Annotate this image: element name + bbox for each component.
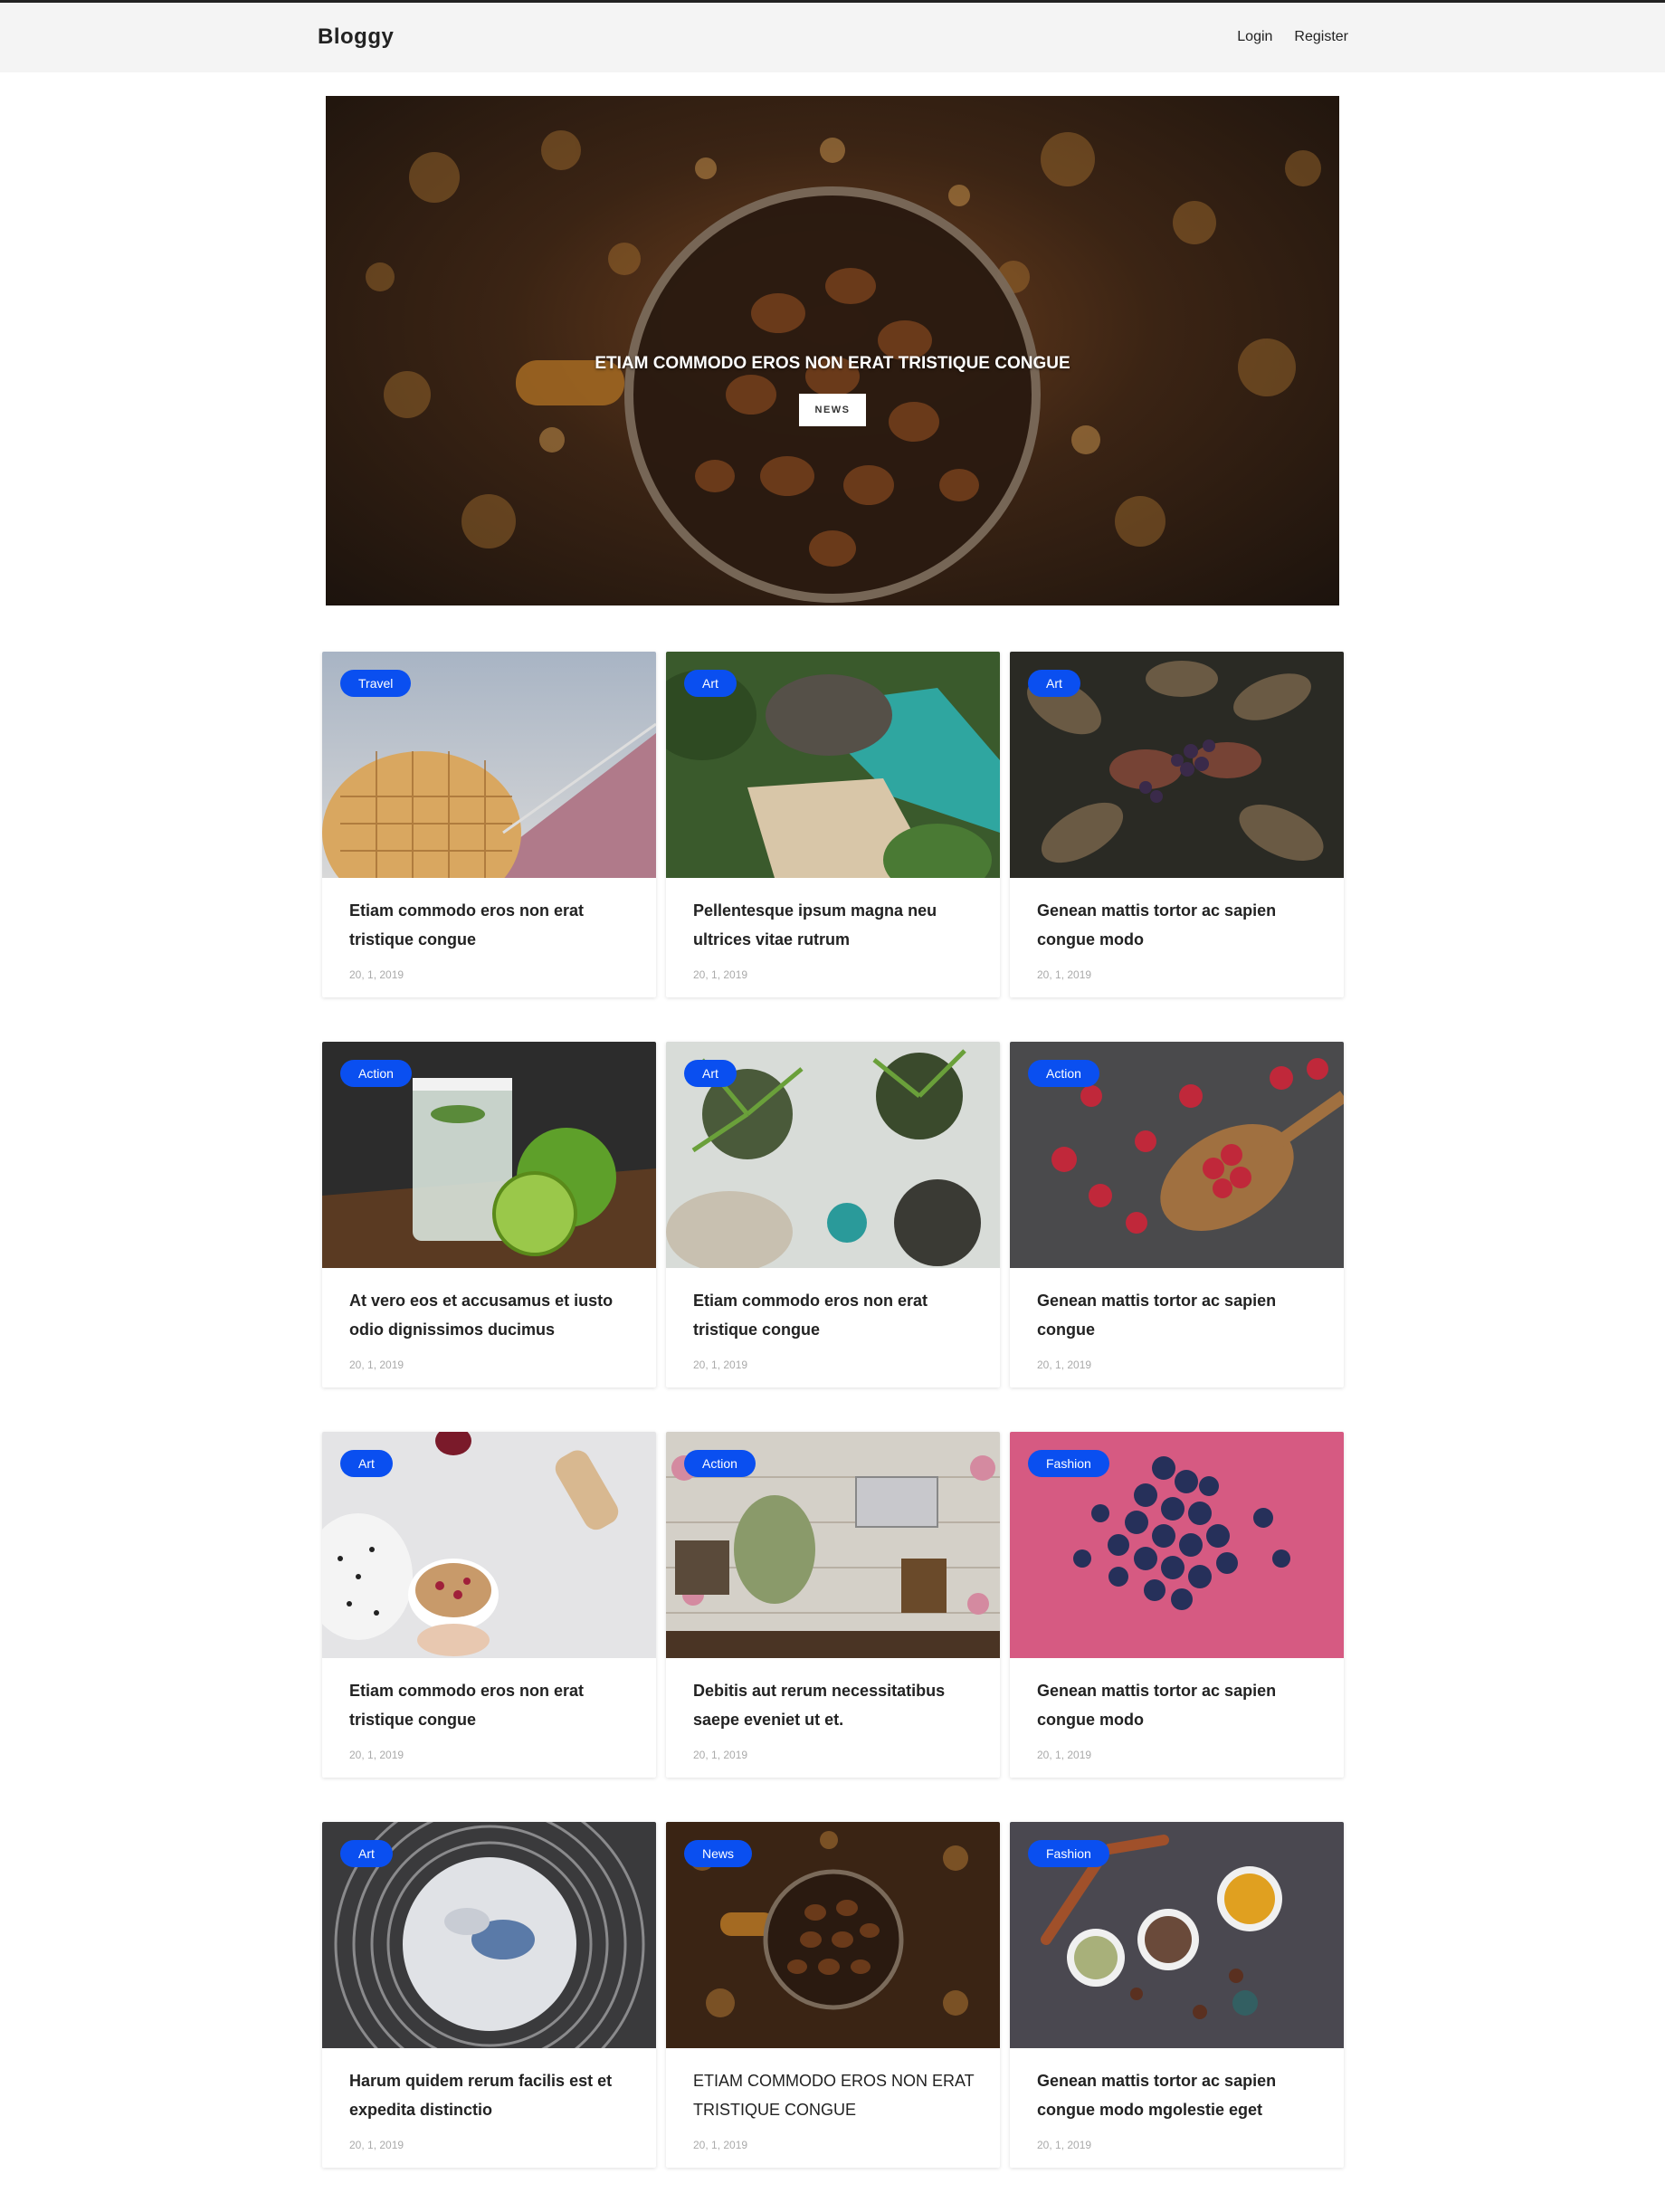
post-image[interactable]: News bbox=[666, 1822, 1000, 2048]
category-badge[interactable]: Action bbox=[684, 1450, 756, 1477]
post-date: 20, 1, 2019 bbox=[1037, 2139, 1092, 2151]
post-title[interactable]: Genean mattis tortor ac sapien congue mo… bbox=[1037, 2066, 1327, 2124]
post-image[interactable]: Fashion bbox=[1010, 1822, 1344, 2048]
post-date: 20, 1, 2019 bbox=[349, 1359, 404, 1371]
category-badge[interactable]: Art bbox=[684, 670, 737, 697]
post-title[interactable]: ETIAM COMMODO EROS NON ERAT TRISTIQUE CO… bbox=[693, 2066, 983, 2124]
hero-banner[interactable]: ETIAM COMMODO EROS NON ERAT TRISTIQUE CO… bbox=[326, 96, 1339, 605]
post-card[interactable]: Action At vero eos et accusamus et iusto… bbox=[322, 1042, 656, 1387]
post-image[interactable]: Action bbox=[322, 1042, 656, 1268]
post-date: 20, 1, 2019 bbox=[349, 968, 404, 981]
category-badge[interactable]: Action bbox=[1028, 1060, 1099, 1087]
post-card[interactable]: Art Pellentesque ipsum magna neu ultrice… bbox=[666, 652, 1000, 997]
post-title[interactable]: Genean mattis tortor ac sapien congue bbox=[1037, 1286, 1327, 1344]
category-badge[interactable]: Action bbox=[340, 1060, 412, 1087]
brand-logo[interactable]: Bloggy bbox=[318, 24, 394, 50]
post-date: 20, 1, 2019 bbox=[693, 2139, 748, 2151]
post-image[interactable]: Art bbox=[1010, 652, 1344, 878]
category-badge[interactable]: Art bbox=[684, 1060, 737, 1087]
post-title[interactable]: Etiam commodo eros non erat tristique co… bbox=[349, 896, 639, 954]
nav-links: Login Register bbox=[1237, 29, 1348, 45]
post-card[interactable]: Art Etiam commodo eros non erat tristiqu… bbox=[666, 1042, 1000, 1387]
category-badge[interactable]: Fashion bbox=[1028, 1450, 1109, 1477]
post-image[interactable]: Art bbox=[322, 1432, 656, 1658]
post-image[interactable]: Action bbox=[1010, 1042, 1344, 1268]
post-date: 20, 1, 2019 bbox=[349, 2139, 404, 2151]
post-title[interactable]: Genean mattis tortor ac sapien congue mo… bbox=[1037, 1676, 1327, 1734]
category-badge[interactable]: Art bbox=[1028, 670, 1080, 697]
post-date: 20, 1, 2019 bbox=[349, 1749, 404, 1761]
category-badge[interactable]: News bbox=[684, 1840, 753, 1867]
post-date: 20, 1, 2019 bbox=[693, 1359, 748, 1371]
post-card[interactable]: Fashion Genean mattis tortor ac sapien c… bbox=[1010, 1432, 1344, 1778]
post-card[interactable]: Art Genean mattis tortor ac sapien congu… bbox=[1010, 652, 1344, 997]
post-title[interactable]: Etiam commodo eros non erat tristique co… bbox=[693, 1286, 983, 1344]
hero-title[interactable]: ETIAM COMMODO EROS NON ERAT TRISTIQUE CO… bbox=[326, 354, 1339, 374]
post-title[interactable]: Harum quidem rerum facilis est et expedi… bbox=[349, 2066, 639, 2124]
hero-category-tag[interactable]: NEWS bbox=[799, 394, 866, 426]
category-badge[interactable]: Art bbox=[340, 1840, 393, 1867]
post-card[interactable]: Art Etiam commodo eros non erat tristiqu… bbox=[322, 1432, 656, 1778]
category-badge[interactable]: Fashion bbox=[1028, 1840, 1109, 1867]
login-link[interactable]: Login bbox=[1237, 29, 1272, 45]
post-date: 20, 1, 2019 bbox=[693, 968, 748, 981]
post-image[interactable]: Art bbox=[666, 652, 1000, 878]
post-image[interactable]: Travel bbox=[322, 652, 656, 878]
category-badge[interactable]: Art bbox=[340, 1450, 393, 1477]
post-image[interactable]: Art bbox=[666, 1042, 1000, 1268]
post-card[interactable]: Art Harum quidem rerum facilis est et ex… bbox=[322, 1822, 656, 2168]
post-card[interactable]: Fashion Genean mattis tortor ac sapien c… bbox=[1010, 1822, 1344, 2168]
post-date: 20, 1, 2019 bbox=[1037, 1359, 1092, 1371]
post-image[interactable]: Art bbox=[322, 1822, 656, 2048]
post-date: 20, 1, 2019 bbox=[1037, 1749, 1092, 1761]
category-badge[interactable]: Travel bbox=[340, 670, 412, 697]
post-title[interactable]: Debitis aut rerum necessitatibus saepe e… bbox=[693, 1676, 983, 1734]
post-title[interactable]: Etiam commodo eros non erat tristique co… bbox=[349, 1676, 639, 1734]
navbar: Bloggy Login Register bbox=[0, 3, 1665, 72]
post-card[interactable]: News ETIAM COMMODO EROS NON ERAT TRISTIQ… bbox=[666, 1822, 1000, 2168]
post-title[interactable]: At vero eos et accusamus et iusto odio d… bbox=[349, 1286, 639, 1344]
post-date: 20, 1, 2019 bbox=[693, 1749, 748, 1761]
hero-image bbox=[366, 130, 1321, 603]
post-date: 20, 1, 2019 bbox=[1037, 968, 1092, 981]
post-image[interactable]: Fashion bbox=[1010, 1432, 1344, 1658]
post-card[interactable]: Travel Etiam commodo eros non erat trist… bbox=[322, 652, 656, 997]
post-card[interactable]: Action Genean mattis tortor ac sapien co… bbox=[1010, 1042, 1344, 1387]
post-title[interactable]: Genean mattis tortor ac sapien congue mo… bbox=[1037, 896, 1327, 954]
post-card[interactable]: Action Debitis aut rerum necessitatibus … bbox=[666, 1432, 1000, 1778]
post-title[interactable]: Pellentesque ipsum magna neu ultrices vi… bbox=[693, 896, 983, 954]
post-image[interactable]: Action bbox=[666, 1432, 1000, 1658]
register-link[interactable]: Register bbox=[1294, 29, 1348, 45]
